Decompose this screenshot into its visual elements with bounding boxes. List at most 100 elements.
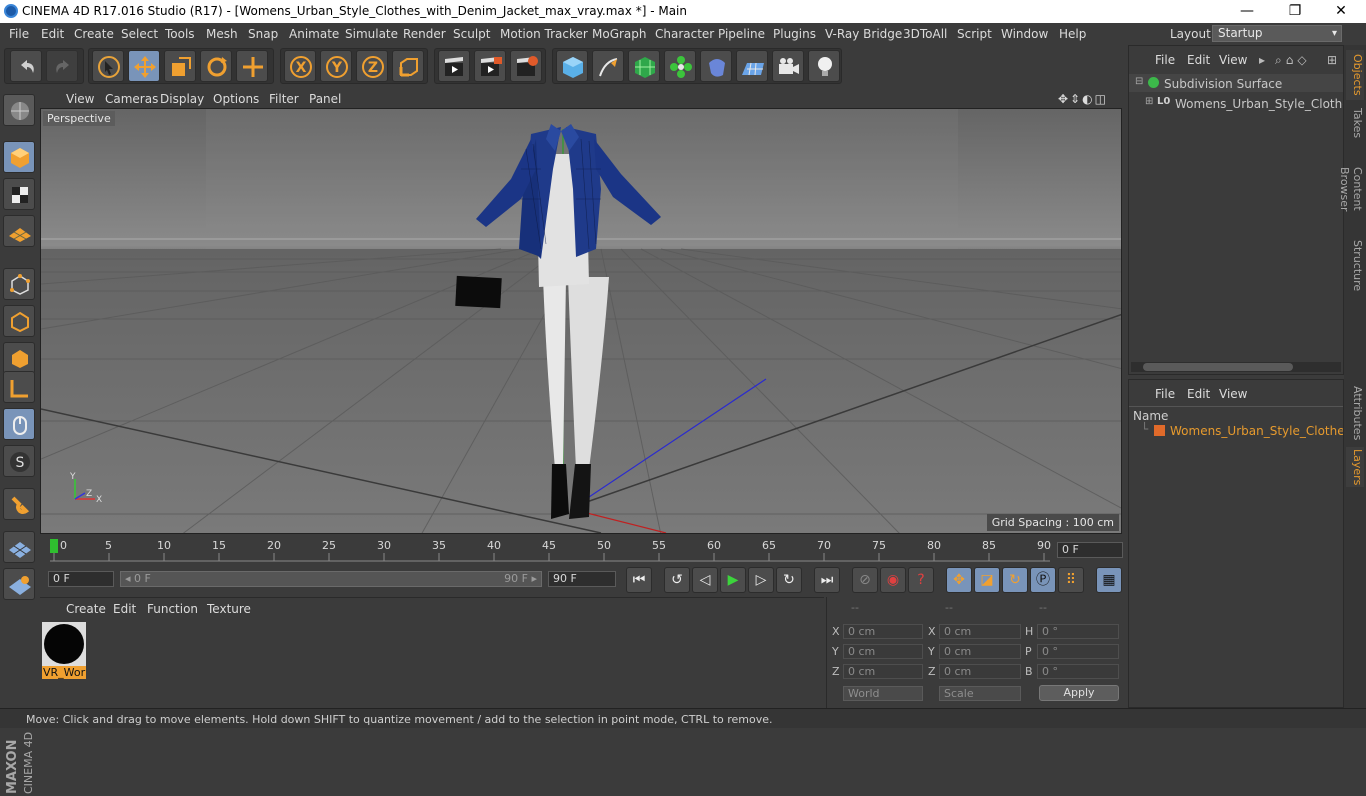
obj-row-clothes[interactable]: ⊞ L0 Womens_Urban_Style_Clothes_w — [1129, 94, 1343, 112]
menu-character[interactable]: Character — [655, 27, 714, 41]
coord-rot-b-field[interactable]: 0 ° — [1037, 664, 1119, 679]
workplane-mode-icon[interactable] — [3, 215, 35, 247]
vp-menu-display[interactable]: Display — [160, 92, 204, 106]
key-rotation-icon[interactable]: ↻ — [1002, 567, 1028, 593]
render-settings-icon[interactable] — [510, 50, 542, 82]
coord-rot-h-field[interactable]: 0 ° — [1037, 624, 1119, 639]
tweak-mode-icon[interactable] — [3, 408, 35, 440]
render-view-icon[interactable] — [438, 50, 470, 82]
floor-icon[interactable] — [736, 50, 768, 82]
coord-system-icon[interactable] — [392, 50, 424, 82]
cube-icon[interactable] — [556, 50, 588, 82]
obj-more-arrow-icon[interactable]: ▸ — [1259, 53, 1265, 67]
key-pla-icon[interactable]: ⠿ — [1058, 567, 1084, 593]
layer-menu-file[interactable]: File — [1155, 387, 1175, 401]
layer-color-swatch[interactable] — [1154, 425, 1165, 436]
tab-layers[interactable]: Layers — [1346, 447, 1364, 487]
timeline-window-icon[interactable]: ▦ — [1096, 567, 1122, 593]
record-keys-icon[interactable]: ⊘ — [852, 567, 878, 593]
obj-scrollbar[interactable] — [1131, 362, 1341, 372]
previous-key-icon[interactable]: ↺ — [664, 567, 690, 593]
go-to-end-icon[interactable]: ⏭ — [814, 567, 840, 593]
rotate-icon[interactable] — [200, 50, 232, 82]
layout-select[interactable]: Startup — [1212, 25, 1342, 42]
menu-animate[interactable]: Animate — [289, 27, 339, 41]
coord-pos-y-field[interactable]: 0 cm — [843, 644, 923, 659]
menu-pipeline[interactable]: Pipeline — [718, 27, 765, 41]
make-editable-icon[interactable] — [3, 94, 35, 126]
menu-3dtoall[interactable]: 3DToAll — [903, 27, 947, 41]
pen-icon[interactable] — [592, 50, 624, 82]
obj-menu-file[interactable]: File — [1155, 53, 1175, 67]
redo-icon[interactable] — [46, 50, 78, 82]
layer-menu-edit[interactable]: Edit — [1187, 387, 1210, 401]
mat-menu-create[interactable]: Create — [66, 602, 106, 616]
tab-takes[interactable]: Takes — [1346, 105, 1364, 141]
key-scale-icon[interactable]: ◪ — [974, 567, 1000, 593]
polygons-mode-icon[interactable] — [3, 342, 35, 374]
x-axis-icon[interactable]: X — [284, 50, 316, 82]
end-frame-field[interactable]: 90 F — [548, 571, 616, 587]
menu-motion-tracker[interactable]: Motion Tracker — [500, 27, 588, 41]
menu-vray-bridge[interactable]: V-Ray Bridge — [825, 27, 902, 41]
grid-snap-icon[interactable] — [3, 568, 35, 600]
auto-keying-icon[interactable]: ◉ — [880, 567, 906, 593]
magnet-icon[interactable] — [3, 488, 35, 520]
menu-mograph[interactable]: MoGraph — [592, 27, 647, 41]
mat-menu-edit[interactable]: Edit — [113, 602, 136, 616]
menu-render[interactable]: Render — [403, 27, 446, 41]
move-icon[interactable] — [128, 50, 160, 82]
menu-mesh[interactable]: Mesh — [206, 27, 238, 41]
viewport-camera-label[interactable]: Perspective — [43, 111, 115, 126]
coord-size-y-field[interactable]: 0 cm — [939, 644, 1021, 659]
snap-icon[interactable]: S — [3, 445, 35, 477]
tab-structure[interactable]: Structure — [1346, 239, 1364, 293]
viewport-nav-icons[interactable]: ✥⇕◐◫ — [1058, 92, 1108, 106]
vp-menu-options[interactable]: Options — [213, 92, 259, 106]
light-icon[interactable] — [808, 50, 840, 82]
timeline-ruler[interactable]: 0 5 10 15 20 25 30 35 40 45 50 55 60 65 … — [40, 535, 1126, 565]
frame-range-slider[interactable]: ◂ 0 F 90 F ▸ — [120, 571, 542, 587]
mograph-icon[interactable] — [664, 50, 696, 82]
menu-help[interactable]: Help — [1059, 27, 1086, 41]
coord-pos-x-field[interactable]: 0 cm — [843, 624, 923, 639]
menu-snap[interactable]: Snap — [248, 27, 278, 41]
z-axis-icon[interactable]: Z — [356, 50, 388, 82]
maximize-button[interactable]: ❐ — [1272, 0, 1318, 23]
next-frame-icon[interactable]: ▷ — [748, 567, 774, 593]
undo-icon[interactable] — [10, 50, 42, 82]
camera-icon[interactable] — [772, 50, 804, 82]
workplane-icon[interactable] — [3, 531, 35, 563]
obj-menu-view[interactable]: View — [1219, 53, 1247, 67]
menu-file[interactable]: File — [9, 27, 29, 41]
mat-menu-function[interactable]: Function — [147, 602, 198, 616]
layer-row[interactable]: └ Womens_Urban_Style_Clothes_wi — [1129, 422, 1343, 440]
apply-button[interactable]: Apply — [1039, 685, 1119, 701]
vp-menu-filter[interactable]: Filter — [269, 92, 299, 106]
close-button[interactable]: ✕ — [1318, 0, 1364, 23]
obj-search-home-icons[interactable]: ⌕⌂◇ — [1275, 53, 1311, 68]
edges-mode-icon[interactable] — [3, 305, 35, 337]
coord-space-dropdown[interactable]: World — [843, 686, 923, 701]
tab-attributes[interactable]: Attributes — [1346, 383, 1364, 443]
menu-plugins[interactable]: Plugins — [773, 27, 816, 41]
menu-simulate[interactable]: Simulate — [345, 27, 398, 41]
current-frame-field[interactable]: 0 F — [1057, 542, 1123, 558]
coord-size-x-field[interactable]: 0 cm — [939, 624, 1021, 639]
key-parameter-icon[interactable]: Ⓟ — [1030, 567, 1056, 593]
menu-edit[interactable]: Edit — [41, 27, 64, 41]
model-mode-icon[interactable] — [3, 141, 35, 173]
obj-new-window-icon[interactable]: ⊞ — [1327, 53, 1337, 67]
menu-create[interactable]: Create — [74, 27, 114, 41]
select-icon[interactable] — [92, 50, 124, 82]
obj-menu-edit[interactable]: Edit — [1187, 53, 1210, 67]
deformer-icon[interactable] — [700, 50, 732, 82]
tab-content-browser[interactable]: Content Browser — [1338, 145, 1364, 233]
axis-mode-icon[interactable] — [3, 371, 35, 403]
play-icon[interactable]: ▶ — [720, 567, 746, 593]
tree-toggle-icon[interactable]: ⊟ — [1135, 76, 1143, 87]
y-axis-icon[interactable]: Y — [320, 50, 352, 82]
coord-pos-z-field[interactable]: 0 cm — [843, 664, 923, 679]
key-position-icon[interactable]: ✥ — [946, 567, 972, 593]
menu-select[interactable]: Select — [121, 27, 158, 41]
